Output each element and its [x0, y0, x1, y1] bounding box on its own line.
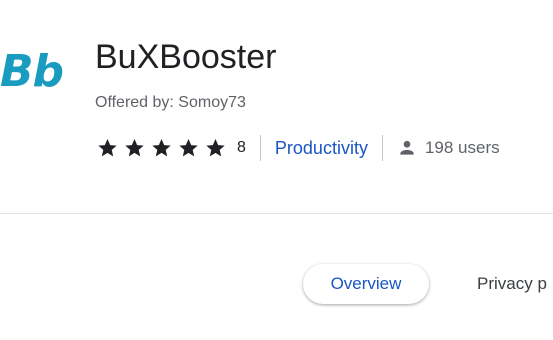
- extension-logo: Bb: [0, 44, 64, 100]
- user-count-text: 198 users: [424, 138, 500, 157]
- star-icon: [206, 139, 225, 157]
- offered-by: Offered by: Somoy73: [95, 94, 246, 111]
- tab-privacy[interactable]: Privacy p: [477, 274, 547, 294]
- tab-overview-label: Overview: [330, 274, 402, 293]
- category-link[interactable]: Productivity: [275, 138, 368, 159]
- tab-overview[interactable]: Overview: [303, 264, 429, 304]
- meta-divider: [259, 135, 261, 161]
- user-count: 198 users: [397, 138, 500, 158]
- extension-meta-row: 8 Productivity 198 users: [96, 134, 500, 162]
- header-divider: [0, 213, 553, 214]
- extension-detail-page: Bb BuXBooster Offered by: Somoy73 8 Prod…: [0, 0, 553, 340]
- rating-count: 8: [237, 139, 246, 156]
- logo-text: Bb: [0, 46, 64, 97]
- star-icon: [179, 139, 198, 157]
- person-icon: [400, 140, 414, 155]
- star-icon: [125, 139, 144, 157]
- star-rating[interactable]: 8: [96, 137, 246, 159]
- star-icon: [98, 139, 117, 157]
- tab-privacy-label: Privacy p: [477, 274, 547, 293]
- meta-divider: [381, 135, 383, 161]
- extension-title: BuXBooster: [95, 38, 277, 76]
- star-icon: [152, 139, 171, 157]
